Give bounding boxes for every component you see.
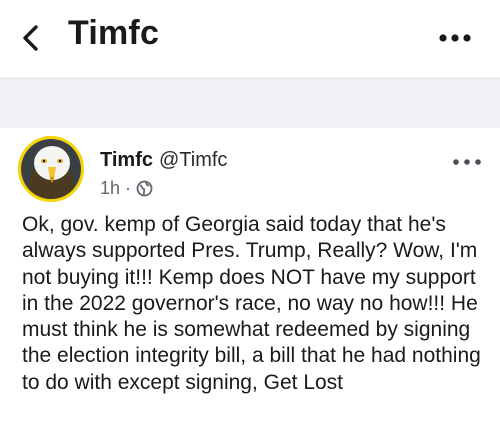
back-button[interactable] [14,20,50,56]
post-body: Ok, gov. kemp of Georgia said today that… [22,212,492,396]
post-options-button[interactable] [452,155,482,169]
top-bar: Timfc [0,0,500,78]
more-dots-icon [453,159,481,165]
post-text-line: must think he is somewhat redeemed by si… [22,318,471,342]
post-text-line: not buying it!!! Kemp does NOT have my s… [22,265,476,289]
meta-separator: · [125,178,132,198]
post-text-line: in the 2022 governor's race, no way no h… [22,291,478,315]
chevron-left-icon [23,25,38,51]
post-meta: 1h · [100,178,153,199]
post-author-line: Timfc @Timfc [100,149,227,172]
author-handle: @Timfc [158,149,228,171]
section-divider [0,78,500,128]
more-dots-icon [439,34,471,42]
post-text-line: Ok, gov. kemp of Georgia said today that… [22,213,446,236]
post-text-line: always supported Pres. Trump, Really? Wo… [22,239,478,263]
post-text-line: to do with except signing, Get Lost [22,370,344,394]
more-options-button[interactable] [438,28,472,48]
avatar[interactable] [18,136,84,202]
eagle-avatar-image [21,139,81,199]
divider-line [0,78,500,79]
globe-icon [136,180,153,197]
author-name[interactable]: Timfc [100,149,153,171]
post-time[interactable]: 1h [100,178,120,199]
post-text-line: the election integrity bill, a bill that… [22,344,481,368]
page-title: Timfc [68,14,160,52]
